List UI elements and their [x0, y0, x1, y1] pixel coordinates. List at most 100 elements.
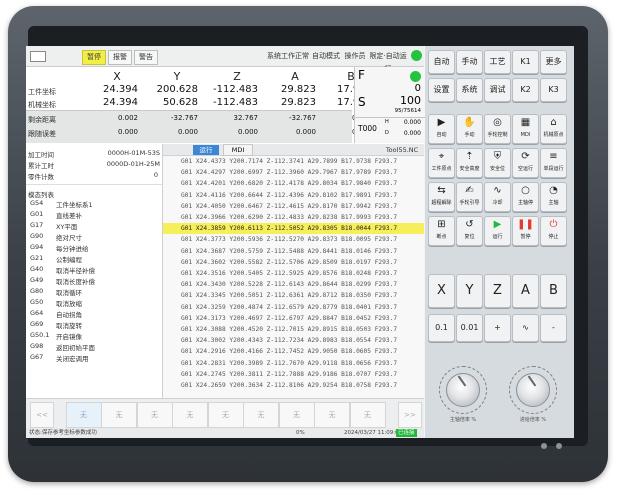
- softkey-2[interactable]: 无: [101, 402, 137, 428]
- mode-key-4[interactable]: 更多: [540, 50, 567, 74]
- program-line[interactable]: G01 X24.3088 Y200.4520 Z-112.7015 A29.89…: [163, 324, 424, 335]
- program-line[interactable]: G01 X24.3773 Y200.5936 Z-112.5270 A29.83…: [163, 234, 424, 245]
- modal-code: G21: [30, 254, 44, 262]
- spindle-override-label: 主轴倍率 %: [449, 417, 477, 423]
- function-key-icon: ↺: [465, 219, 474, 230]
- function-key-3-2[interactable]: ▶ 运行: [484, 216, 511, 246]
- mode-key-3[interactable]: K1: [512, 50, 539, 74]
- function-key-3-4[interactable]: ⏻ 停止: [540, 216, 567, 246]
- mode-key2-3[interactable]: K2: [512, 78, 539, 102]
- function-key-1-3[interactable]: ⟳ 空运行: [512, 148, 539, 178]
- program-line-text: G01 X24.2745 Y200.3811 Z-112.7888 A29.91…: [181, 370, 398, 378]
- function-key-3-3[interactable]: ❚❚ 暂停: [512, 216, 539, 246]
- function-key-1-4[interactable]: ≡ 单段运行: [540, 148, 567, 178]
- program-line-text: G01 X24.3516 Y200.5405 Z-112.5925 A29.85…: [181, 270, 398, 277]
- softkey-4[interactable]: 无: [172, 402, 208, 428]
- function-key-3-0[interactable]: ⊞ 断点: [428, 216, 455, 246]
- program-line[interactable]: G01 X24.4297 Y200.6997 Z-112.3960 A29.79…: [163, 167, 424, 178]
- program-line[interactable]: G01 X24.3687 Y200.5759 Z-112.5488 A29.84…: [163, 246, 424, 257]
- alarm-button[interactable]: 报警: [108, 50, 132, 65]
- function-key-icon: ○: [521, 185, 530, 196]
- program-line[interactable]: G01 X24.4373 Y200.7174 Z-112.3741 A29.78…: [163, 156, 424, 167]
- modal-code: G64: [30, 309, 44, 317]
- function-key-0-0[interactable]: ▶ 自动: [428, 114, 455, 144]
- mode-key-0[interactable]: 自动: [428, 50, 455, 74]
- count-label: 零件计数: [28, 173, 54, 181]
- axis-key-x[interactable]: X: [428, 274, 455, 308]
- function-key-1-0[interactable]: ⌖ 工件原点: [428, 148, 455, 178]
- program-line[interactable]: G01 X24.3259 Y200.4874 Z-112.6579 A29.87…: [163, 302, 424, 313]
- program-line-text: G01 X24.4201 Y200.6820 Z-112.4178 A29.80…: [181, 180, 398, 188]
- mode-key-2[interactable]: 工艺: [484, 50, 511, 74]
- tab-run[interactable]: 运行: [193, 145, 219, 155]
- feed-override-knob[interactable]: [516, 373, 550, 407]
- total-time-label: 累计工时: [28, 162, 54, 170]
- auto-mode-text: 自动模式: [312, 52, 340, 60]
- function-key-2-0[interactable]: ⇆ 超程解除: [428, 182, 455, 212]
- screen-icon[interactable]: [30, 51, 46, 62]
- softkey-prev[interactable]: <<: [30, 402, 54, 428]
- softkey-7[interactable]: 无: [278, 402, 315, 428]
- program-line[interactable]: G01 X24.3173 Y200.4697 Z-112.6797 A29.88…: [163, 313, 424, 324]
- program-line[interactable]: G01 X24.3516 Y200.5405 Z-112.5925 A29.85…: [163, 268, 424, 279]
- modal-code: G67: [30, 353, 44, 361]
- function-key-icon: ▦: [520, 117, 531, 128]
- spindle-override-knob[interactable]: [446, 373, 480, 407]
- power-led: [541, 443, 547, 449]
- mode-key-1[interactable]: 手动: [456, 50, 483, 74]
- total-time-value: 0000D-01H-25M: [106, 160, 160, 168]
- program-line[interactable]: G01 X24.4201 Y200.6820 Z-112.4178 A29.80…: [163, 178, 424, 189]
- mode-key2-4[interactable]: K3: [540, 78, 567, 102]
- axis-key-b[interactable]: B: [540, 274, 567, 308]
- softkey-6[interactable]: 无: [243, 402, 279, 428]
- program-line[interactable]: G01 X24.2916 Y200.4166 Z-112.7452 A29.90…: [163, 346, 424, 357]
- softkey-8[interactable]: 无: [314, 402, 350, 428]
- softkey-5[interactable]: 无: [207, 402, 244, 428]
- function-key-0-2[interactable]: ◎ 手轮控制: [484, 114, 511, 144]
- mode-key2-2[interactable]: 调试: [484, 78, 511, 102]
- step-key-1[interactable]: 0.01: [456, 314, 483, 342]
- step-key-3[interactable]: ∿: [512, 314, 539, 342]
- program-line[interactable]: G01 X24.3602 Y200.5582 Z-112.5706 A29.85…: [163, 257, 424, 268]
- function-key-icon: ✋: [463, 117, 476, 128]
- program-line[interactable]: G01 X24.3966 Y200.6290 Z-112.4833 A29.82…: [163, 212, 424, 223]
- mode-key2-1[interactable]: 系统: [456, 78, 483, 102]
- function-key-2-2[interactable]: ∿ 冷却: [484, 182, 511, 212]
- function-key-2-3[interactable]: ○ 主轴停: [512, 182, 539, 212]
- function-key-0-1[interactable]: ✋ 手动: [456, 114, 483, 144]
- softkey-9[interactable]: 无: [349, 402, 386, 428]
- step-key-2[interactable]: +: [484, 314, 511, 342]
- softkey-1[interactable]: 无: [65, 402, 102, 428]
- axis-key-z[interactable]: Z: [484, 274, 511, 308]
- axis-key-a[interactable]: A: [512, 274, 539, 308]
- function-key-1-2[interactable]: ⛨ 安全位: [484, 148, 511, 178]
- step-key-4[interactable]: -: [540, 314, 567, 342]
- modal-code: G40: [30, 265, 44, 273]
- program-line-current[interactable]: G01 X24.3859 Y200.6113 Z-112.5052 A29.83…: [163, 223, 424, 235]
- program-line[interactable]: G01 X24.2745 Y200.3811 Z-112.7888 A29.91…: [163, 369, 424, 380]
- softkey-next[interactable]: >>: [398, 402, 422, 428]
- program-line[interactable]: G01 X24.2659 Y200.3634 Z-112.8106 A29.92…: [163, 380, 424, 391]
- warning-button[interactable]: 警告: [134, 50, 158, 65]
- function-key-3-1[interactable]: ↺ 复位: [456, 216, 483, 246]
- program-line[interactable]: G01 X24.4050 Y200.6467 Z-112.4615 A29.81…: [163, 201, 424, 212]
- step-key-0[interactable]: 0.1: [428, 314, 455, 342]
- function-key-2-1[interactable]: ✍ 手轮引导: [456, 182, 483, 212]
- program-line[interactable]: G01 X24.3430 Y200.5228 Z-112.6143 A29.86…: [163, 279, 424, 290]
- modal-code: G17: [30, 221, 44, 229]
- program-line[interactable]: G01 X24.3002 Y200.4343 Z-112.7234 A29.89…: [163, 335, 424, 346]
- function-key-2-4[interactable]: ◔ 主轴: [540, 182, 567, 212]
- axis-key-y[interactable]: Y: [456, 274, 483, 308]
- modal-description: 公制编程: [56, 256, 82, 264]
- function-key-0-3[interactable]: ▦ MDI: [512, 114, 539, 144]
- feed-override-label: 进给倍率 %: [519, 417, 547, 423]
- pause-button[interactable]: 暂停: [82, 50, 106, 65]
- function-key-1-1[interactable]: ⇡ 安全高度: [456, 148, 483, 178]
- mode-key2-0[interactable]: 设置: [428, 78, 455, 102]
- tab-mdi[interactable]: MDI: [223, 144, 253, 156]
- program-line[interactable]: G01 X24.2831 Y200.3989 Z-112.7670 A29.91…: [163, 358, 424, 369]
- program-line[interactable]: G01 X24.3345 Y200.5051 Z-112.6361 A29.87…: [163, 290, 424, 301]
- softkey-3[interactable]: 无: [136, 402, 173, 428]
- function-key-0-4[interactable]: ⌂ 机械原点: [540, 114, 567, 144]
- program-line[interactable]: G01 X24.4116 Y200.6644 Z-112.4396 A29.81…: [163, 190, 424, 201]
